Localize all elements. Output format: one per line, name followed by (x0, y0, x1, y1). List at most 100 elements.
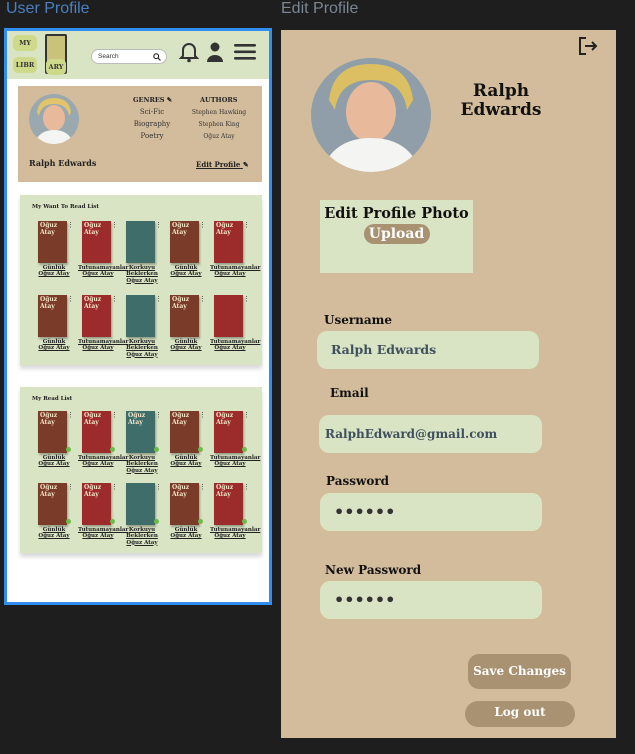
logout-icon[interactable] (578, 36, 598, 61)
username-field[interactable]: Ralph Edwards (317, 331, 539, 369)
upload-button[interactable]: Upload (363, 224, 430, 245)
more-options-icon[interactable]: ⋮ (155, 412, 162, 419)
book-cover[interactable]: Oğuz Atay (214, 483, 243, 525)
book-card[interactable]: Oğuz Atay ⋮ Günlük Oğuz Atay (34, 295, 74, 352)
more-options-icon[interactable]: ⋮ (111, 484, 118, 491)
book-cover[interactable]: Oğuz Atay (82, 295, 111, 337)
menu-icon[interactable] (234, 43, 256, 65)
book-caption: Tutunamayanlar Oğuz Atay (78, 527, 129, 540)
read-check-icon (110, 519, 115, 524)
book-card[interactable]: Oğuz Atay ⋮ Korkuyu Beklerken Oğuz Atay (122, 411, 162, 474)
book-cover[interactable]: Oğuz Atay (170, 295, 199, 337)
more-options-icon[interactable]: ⋮ (111, 222, 118, 229)
book-cover-title: Oğuz Atay (216, 412, 234, 426)
book-cover[interactable]: Oğuz Atay (214, 221, 243, 263)
logo-tile-my: MY (13, 35, 37, 51)
book-cover[interactable] (126, 221, 155, 263)
book-card[interactable]: Oğuz Atay ⋮ Günlük Oğuz Atay (34, 221, 74, 278)
more-options-icon[interactable]: ⋮ (199, 484, 206, 491)
book-card[interactable]: Oğuz Atay ⋮ Tutunamayanlar Oğuz Atay (210, 411, 260, 468)
more-options-icon[interactable]: ⋮ (199, 296, 206, 303)
book-cover[interactable]: Oğuz Atay (170, 221, 199, 263)
book-cover[interactable]: Oğuz Atay (170, 411, 199, 453)
book-cover-title: Oğuz Atay (84, 412, 102, 426)
more-options-icon[interactable]: ⋮ (243, 222, 250, 229)
more-options-icon[interactable]: ⋮ (111, 296, 118, 303)
book-card[interactable]: Oğuz Atay ⋮ Tutunamayanlar Oğuz Atay (210, 221, 260, 278)
book-cover[interactable] (126, 483, 155, 525)
book-card[interactable]: Oğuz Atay ⋮ Günlük Oğuz Atay (166, 221, 206, 278)
book-card[interactable]: ⋮ Tutunamayanlar Oğuz Atay (210, 295, 261, 352)
more-options-icon[interactable]: ⋮ (243, 412, 250, 419)
book-cover[interactable]: Oğuz Atay (38, 221, 67, 263)
read-check-icon (110, 447, 115, 452)
email-field[interactable]: RalphEdward@gmail.com (319, 415, 542, 453)
book-cover[interactable] (126, 295, 155, 337)
more-options-icon[interactable]: ⋮ (199, 222, 206, 229)
new-password-label: New Password (325, 563, 422, 577)
pencil-icon[interactable]: ✎ (167, 96, 172, 104)
library-logo[interactable]: MY LIBR ARY (13, 33, 71, 77)
read-check-icon (66, 447, 71, 452)
book-cover[interactable]: Oğuz Atay (214, 411, 243, 453)
more-options-icon[interactable]: ⋮ (67, 222, 74, 229)
book-card[interactable]: Oğuz Atay ⋮ Tutunamayanlar Oğuz Atay (210, 483, 260, 540)
book-caption: Korkuyu Beklerken Oğuz Atay (126, 527, 158, 546)
book-card[interactable]: Oğuz Atay ⋮ Günlük Oğuz Atay (34, 483, 74, 540)
book-cover[interactable]: Oğuz Atay (82, 483, 111, 525)
more-options-icon[interactable]: ⋮ (155, 296, 162, 303)
book-card[interactable]: Oğuz Atay ⋮ Günlük Oğuz Atay (166, 295, 206, 352)
new-password-field[interactable]: •••••• (320, 581, 542, 619)
password-field[interactable]: •••••• (320, 493, 542, 531)
more-options-icon[interactable]: ⋮ (67, 296, 74, 303)
logo-tile-libr: LIBR (13, 57, 37, 73)
book-card[interactable]: Oğuz Atay ⋮ Günlük Oğuz Atay (166, 483, 206, 540)
more-options-icon[interactable]: ⋮ (155, 484, 162, 491)
book-card[interactable]: ⋮ Korkuyu Beklerken Oğuz Atay (122, 221, 162, 284)
profile-card: GENRES ✎ Sci-Fic Biography Poetry AUTHOR… (18, 86, 262, 182)
more-options-icon[interactable]: ⋮ (111, 412, 118, 419)
password-label: Password (326, 474, 390, 488)
book-card[interactable]: Oğuz Atay ⋮ Tutunamayanlar Oğuz Atay (78, 411, 128, 468)
save-changes-button[interactable]: Save Changes (468, 654, 571, 689)
book-cover[interactable]: Oğuz Atay (170, 483, 199, 525)
book-cover-title: Oğuz Atay (84, 296, 102, 310)
book-card[interactable]: ⋮ Korkuyu Beklerken Oğuz Atay (122, 483, 162, 546)
book-cover[interactable] (214, 295, 243, 337)
read-check-icon (66, 519, 71, 524)
want-to-read-list: My Want To Read List Oğuz Atay ⋮ Günlük Oğ… (20, 195, 262, 365)
book-caption: Günlük Oğuz Atay (38, 455, 70, 468)
book-card[interactable]: Oğuz Atay ⋮ Tutunamayanlar Oğuz Atay (78, 221, 128, 278)
user-icon[interactable] (206, 41, 224, 67)
book-caption: Günlük Oğuz Atay (170, 265, 202, 278)
book-card[interactable]: Oğuz Atay ⋮ Günlük Oğuz Atay (34, 411, 74, 468)
more-options-icon[interactable]: ⋮ (199, 412, 206, 419)
book-card[interactable]: Oğuz Atay ⋮ Tutunamayanlar Oğuz Atay (78, 295, 128, 352)
book-cover[interactable]: Oğuz Atay (38, 295, 67, 337)
more-options-icon[interactable]: ⋮ (67, 412, 74, 419)
logout-button[interactable]: Log out (465, 701, 575, 727)
book-card[interactable]: Oğuz Atay ⋮ Tutunamayanlar Oğuz Atay (78, 483, 129, 540)
book-cover[interactable]: Oğuz Atay (38, 483, 67, 525)
more-options-icon[interactable]: ⋮ (67, 484, 74, 491)
book-cover-title: Oğuz Atay (172, 222, 190, 236)
book-caption: Tutunamayanlar Oğuz Atay (210, 339, 261, 352)
book-cover[interactable]: Oğuz Atay (82, 221, 111, 263)
profile-name: Ralph Edwards (29, 158, 97, 168)
search-icon[interactable] (153, 50, 161, 65)
book-cover[interactable]: Oğuz Atay (126, 411, 155, 453)
more-options-icon[interactable]: ⋮ (243, 484, 250, 491)
avatar (29, 94, 79, 144)
book-cover[interactable]: Oğuz Atay (38, 411, 67, 453)
book-card[interactable]: Oğuz Atay ⋮ Günlük Oğuz Atay (166, 411, 206, 468)
book-cover-title: Oğuz Atay (40, 222, 58, 236)
book-cover-title: Oğuz Atay (216, 222, 234, 236)
book-cover[interactable]: Oğuz Atay (82, 411, 111, 453)
edit-profile-link[interactable]: Edit Profile ✎ (196, 160, 249, 169)
bell-icon[interactable] (178, 41, 200, 67)
book-cover-title: Oğuz Atay (216, 484, 234, 498)
more-options-icon[interactable]: ⋮ (155, 222, 162, 229)
book-card[interactable]: ⋮ Korkuyu Beklerken Oğuz Atay (122, 295, 162, 358)
more-options-icon[interactable]: ⋮ (243, 296, 250, 303)
search-input[interactable]: Search (91, 49, 167, 64)
